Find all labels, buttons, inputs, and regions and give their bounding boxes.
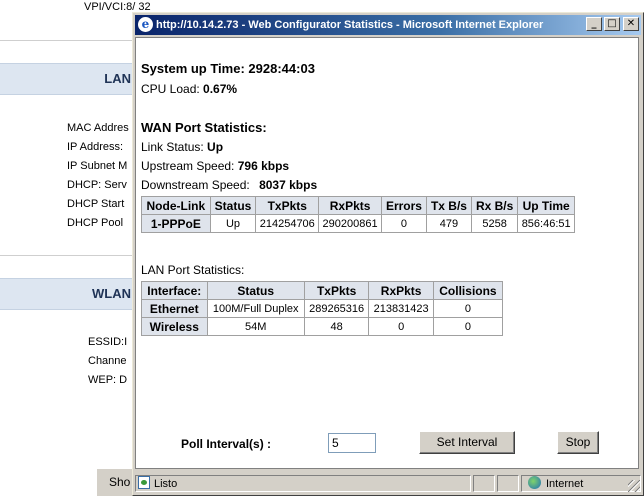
resize-grip-icon[interactable]: [628, 480, 640, 492]
table-cell: 0: [433, 318, 502, 335]
lan-section-header: LAN: [0, 63, 135, 95]
poll-interval-input[interactable]: [328, 433, 376, 453]
statistics-window: e http://10.14.2.73 - Web Configurator S…: [132, 12, 644, 496]
table-cell: 100M/Full Duplex: [207, 300, 304, 317]
column-header: RxPkts: [369, 282, 433, 299]
dhcp-start-label: DHCP Start: [67, 198, 125, 210]
wep-label: WEP: D: [88, 374, 128, 386]
cpu-load: CPU Load: 0.67%: [141, 82, 237, 96]
table-cell: Ethernet: [142, 300, 207, 317]
globe-icon: [528, 476, 541, 489]
column-header: Node-Link: [142, 197, 210, 214]
table-cell: 0: [433, 300, 502, 317]
column-header: Interface:: [142, 282, 207, 299]
ip-address-label: IP Address:: [67, 141, 124, 153]
wan-stats-table: Node-Link Status TxPkts RxPkts Errors Tx…: [141, 196, 575, 233]
cpu-value: 0.67%: [203, 82, 238, 96]
ip-subnet-mask-label: IP Subnet M: [67, 160, 128, 172]
table-row: Ethernet 100M/Full Duplex 289265316 2138…: [142, 300, 502, 317]
column-header: Up Time: [518, 197, 574, 214]
system-uptime: System up Time: 2928:44:03: [141, 61, 315, 76]
show-button[interactable]: Sho: [96, 468, 136, 496]
downstream-speed: Downstream Speed: 8037 kbps: [141, 178, 317, 192]
channel-label: Channe: [88, 355, 127, 367]
internet-explorer-icon: e: [138, 17, 153, 32]
table-cell: 54M: [207, 318, 304, 335]
lan-stats-table: Interface: Status TxPkts RxPkts Collisio…: [141, 281, 503, 336]
column-header: TxPkts: [256, 197, 319, 214]
table-row: 1-PPPoE Up 214254706 290200861 0 479 525…: [142, 215, 574, 232]
table-cell: 0: [381, 215, 426, 232]
zone-text: Internet: [546, 478, 584, 490]
downstream-value: 8037 kbps: [259, 178, 318, 192]
status-text-pane: Listo: [135, 475, 471, 492]
page-icon: [138, 476, 150, 489]
table-cell: 0: [369, 318, 433, 335]
column-header: TxPkts: [304, 282, 369, 299]
minimize-button[interactable]: _: [586, 17, 602, 31]
table-cell: 5258: [471, 215, 518, 232]
table-header-row: Node-Link Status TxPkts RxPkts Errors Tx…: [142, 197, 574, 214]
link-status-value: Up: [207, 140, 224, 154]
upstream-value: 796 kbps: [237, 159, 290, 173]
window-titlebar[interactable]: e http://10.14.2.73 - Web Configurator S…: [135, 15, 641, 35]
set-interval-button[interactable]: Set Interval: [419, 431, 515, 454]
column-header: RxPkts: [319, 197, 381, 214]
link-status-label: Link Status:: [141, 140, 204, 154]
uptime-value: 2928:44:03: [248, 61, 315, 76]
essid-label: ESSID:I: [88, 336, 128, 348]
table-row: Wireless 54M 48 0 0: [142, 318, 502, 335]
table-cell: 214254706: [256, 215, 319, 232]
table-cell: 290200861: [319, 215, 381, 232]
table-cell: Wireless: [142, 318, 207, 335]
security-zone-pane: Internet: [521, 475, 641, 492]
mac-address-label: MAC Addres: [67, 122, 129, 134]
dhcp-server-label: DHCP: Serv: [67, 179, 127, 191]
window-title: http://10.14.2.73 - Web Configurator Sta…: [156, 19, 544, 31]
table-cell: 856:46:51: [518, 215, 574, 232]
table-header-row: Interface: Status TxPkts RxPkts Collisio…: [142, 282, 502, 299]
uptime-label: System up Time:: [141, 61, 245, 76]
downstream-label: Downstream Speed:: [141, 178, 250, 192]
wan-heading: WAN Port Statistics:: [141, 120, 267, 135]
link-status: Link Status: Up: [141, 140, 223, 154]
table-cell: Up: [210, 215, 256, 232]
wlan-section-header: WLAN: [0, 278, 135, 310]
status-pane: [497, 475, 519, 492]
close-button[interactable]: ✕: [623, 17, 639, 31]
poll-interval-label: Poll Interval(s) :: [181, 437, 272, 451]
status-text: Listo: [154, 478, 178, 490]
upstream-speed: Upstream Speed: 796 kbps: [141, 159, 289, 173]
cpu-label: CPU Load:: [141, 82, 200, 96]
status-bar: Listo Internet: [135, 473, 641, 493]
column-header: Tx B/s: [426, 197, 471, 214]
stop-button[interactable]: Stop: [557, 431, 599, 454]
page-content: System up Time: 2928:44:03 CPU Load: 0.6…: [135, 37, 639, 469]
table-cell: 479: [426, 215, 471, 232]
table-cell: 1-PPPoE: [142, 215, 210, 232]
divider: [0, 40, 135, 41]
upstream-label: Upstream Speed:: [141, 159, 235, 173]
column-header: Status: [210, 197, 256, 214]
table-cell: 48: [304, 318, 369, 335]
lan-heading: LAN Port Statistics:: [141, 263, 245, 277]
maximize-button[interactable]: □: [604, 17, 620, 31]
status-pane: [473, 475, 495, 492]
table-cell: 289265316: [304, 300, 369, 317]
divider: [0, 255, 135, 256]
column-header: Errors: [381, 197, 426, 214]
column-header: Rx B/s: [471, 197, 518, 214]
table-cell: 213831423: [369, 300, 433, 317]
dhcp-pool-label: DHCP Pool: [67, 217, 124, 229]
column-header: Collisions: [433, 282, 502, 299]
column-header: Status: [207, 282, 304, 299]
